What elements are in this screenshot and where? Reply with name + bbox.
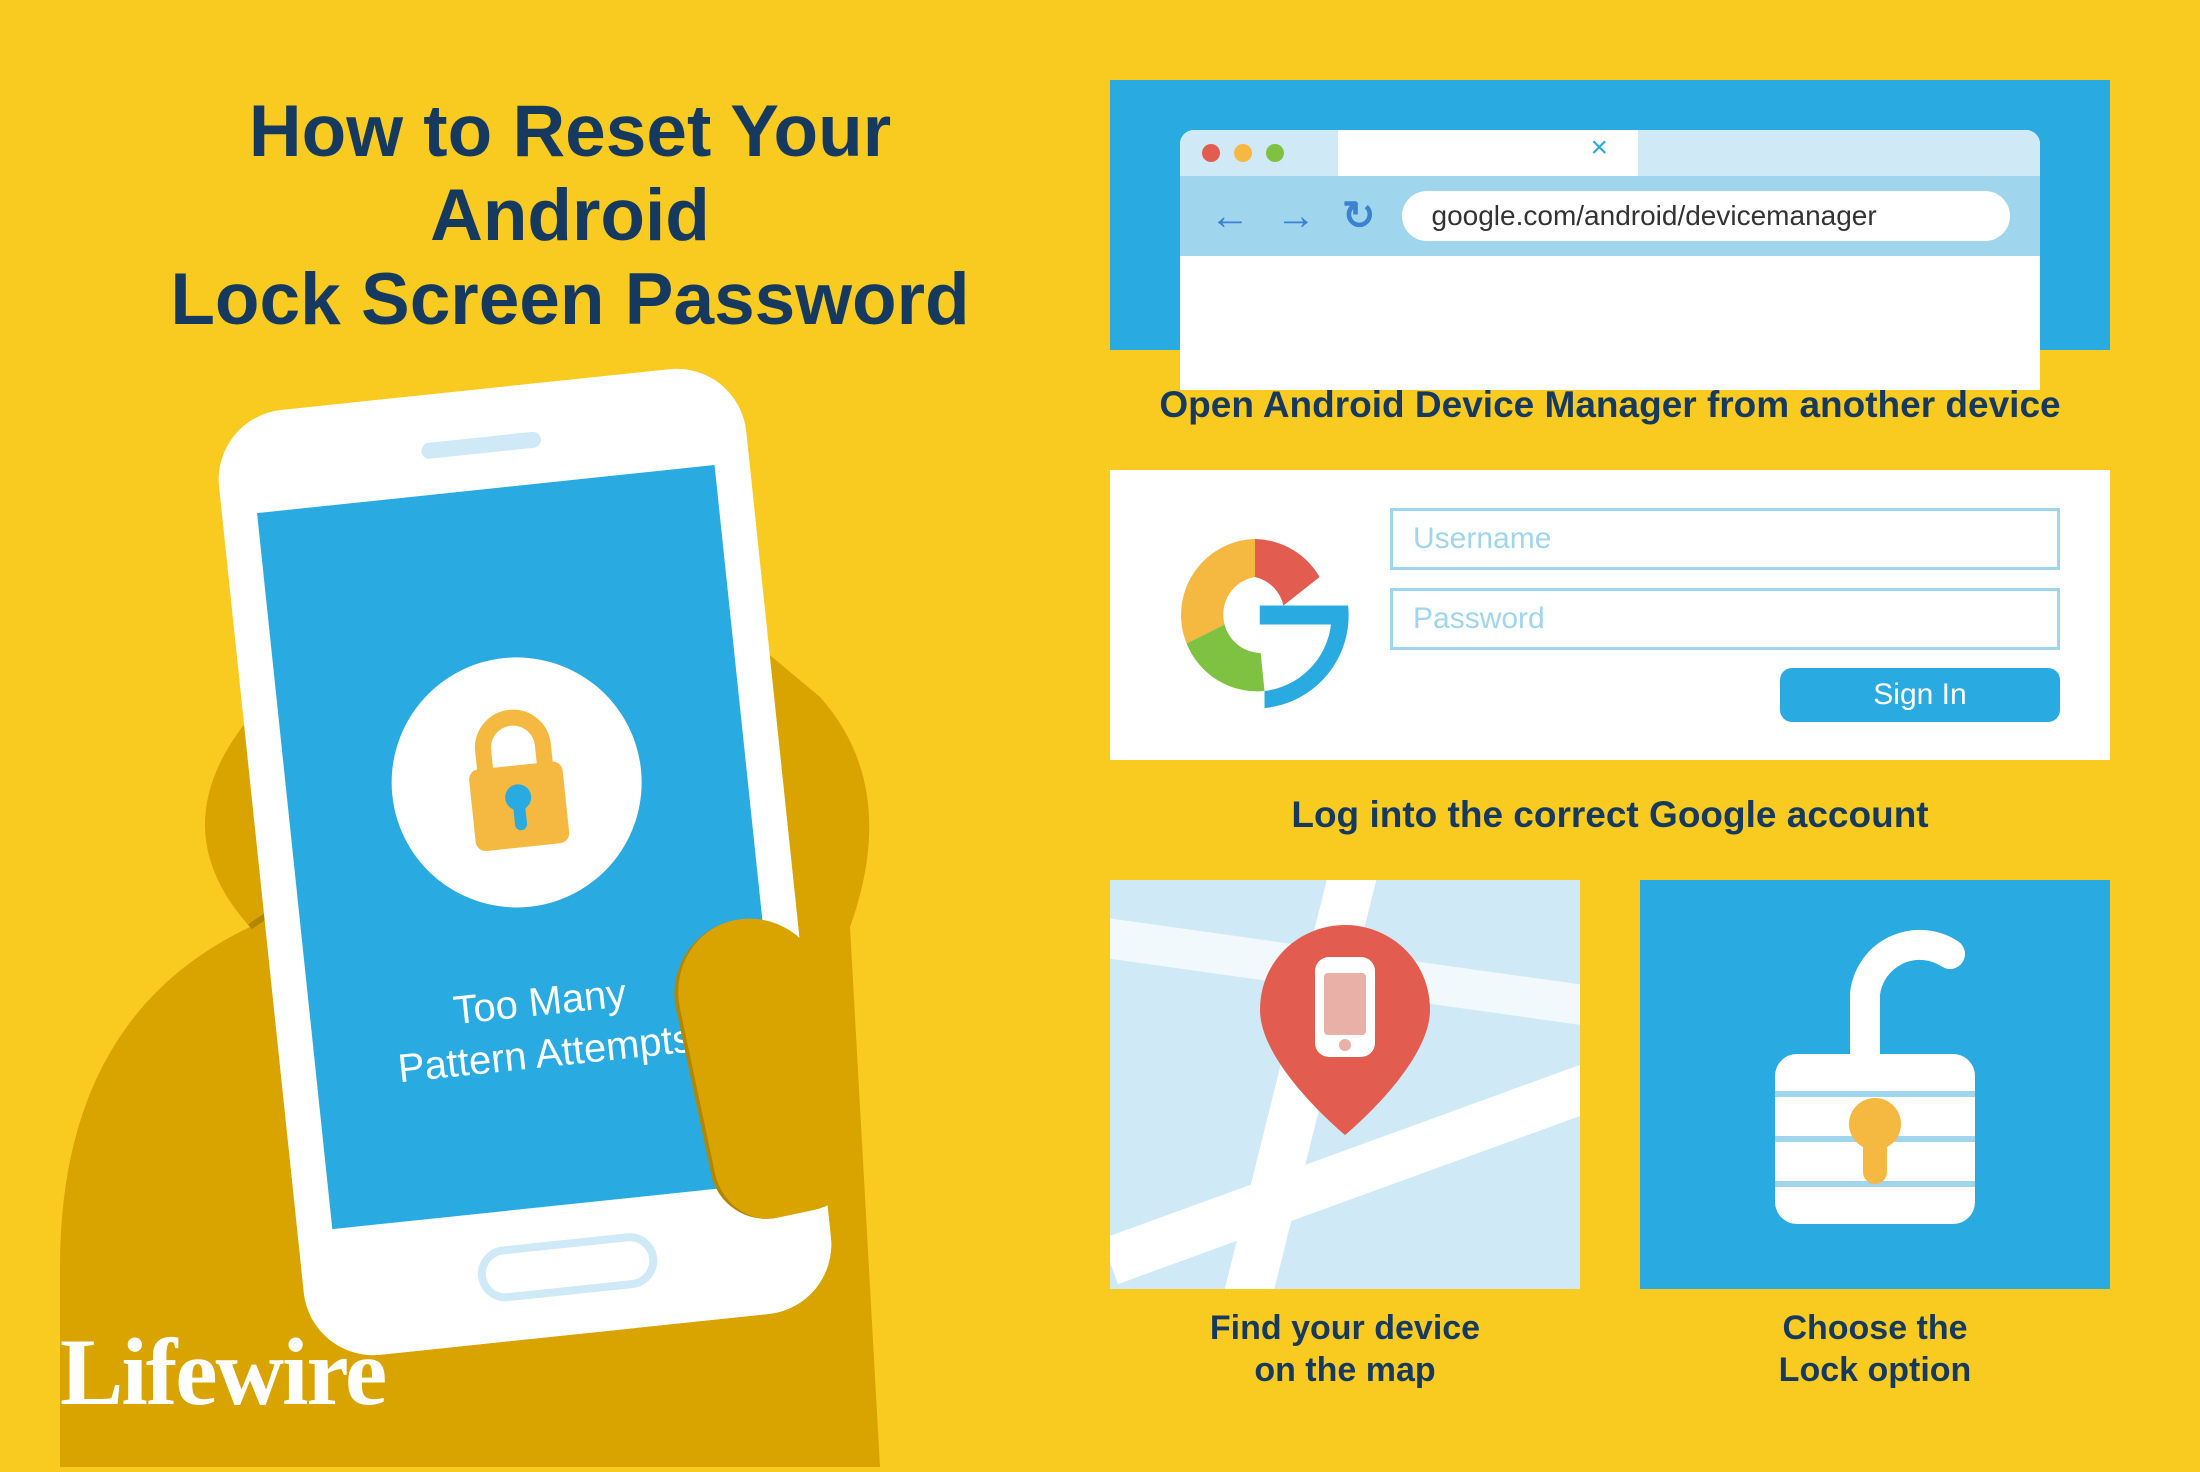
window-min-dot — [1234, 144, 1252, 162]
map-tile — [1110, 880, 1580, 1289]
lock-icon — [444, 701, 589, 864]
sign-in-label: Sign In — [1873, 678, 1966, 712]
back-icon: ← — [1210, 194, 1250, 239]
step3-panel: Find your device on the map — [1110, 880, 1580, 1416]
username-field[interactable]: Username — [1390, 508, 2060, 570]
browser-toolbar: ← → ↻ google.com/android/devicemanager — [1180, 176, 2040, 256]
step4-panel: Choose the Lock option — [1640, 880, 2110, 1416]
step4-caption: Choose the Lock option — [1640, 1307, 2110, 1392]
phone-home-button — [475, 1231, 660, 1305]
phone-speaker — [421, 431, 542, 459]
reload-icon: ↻ — [1342, 193, 1376, 239]
step3-caption: Find your device on the map — [1110, 1307, 1580, 1392]
lock-tile — [1640, 880, 2110, 1289]
unlock-icon — [1755, 924, 1995, 1244]
address-bar[interactable]: google.com/android/devicemanager — [1402, 191, 2010, 241]
lock-message: Too Many Pattern Attempts — [390, 961, 695, 1095]
browser-illustration: × ← → ↻ google.com/android/devicemanager — [1110, 80, 2110, 350]
browser-tab: × — [1338, 130, 1638, 176]
password-field[interactable]: Password — [1390, 588, 2060, 650]
phone-in-hand-illustration: Too Many Pattern Attempts — [0, 367, 1000, 1467]
lock-badge — [379, 645, 654, 920]
username-placeholder: Username — [1413, 522, 1551, 556]
steps-column: × ← → ↻ google.com/android/devicemanager… — [1110, 80, 2110, 1416]
login-illustration: Username Password Sign In — [1110, 470, 2110, 760]
browser-titlebar: × — [1180, 130, 2040, 176]
brand-logo: Lifewire — [60, 1317, 385, 1427]
step2-caption: Log into the correct Google account — [1110, 794, 2110, 836]
sign-in-button[interactable]: Sign In — [1780, 668, 2060, 722]
page-title: How to Reset Your Android Lock Screen Pa… — [120, 90, 1020, 342]
forward-icon: → — [1276, 194, 1316, 239]
address-bar-text: google.com/android/devicemanager — [1432, 200, 1877, 232]
close-icon: × — [1590, 131, 1608, 165]
step1-caption: Open Android Device Manager from another… — [1110, 384, 2110, 426]
login-form: Username Password Sign In — [1390, 508, 2060, 722]
google-logo-icon — [1160, 520, 1350, 710]
browser-window: × ← → ↻ google.com/android/devicemanager — [1180, 130, 2040, 390]
window-max-dot — [1266, 144, 1284, 162]
map-pin-icon — [1260, 925, 1430, 1145]
steps-row-3-4: Find your device on the map Choose the L… — [1110, 880, 2110, 1416]
window-close-dot — [1202, 144, 1220, 162]
password-placeholder: Password — [1413, 602, 1545, 636]
